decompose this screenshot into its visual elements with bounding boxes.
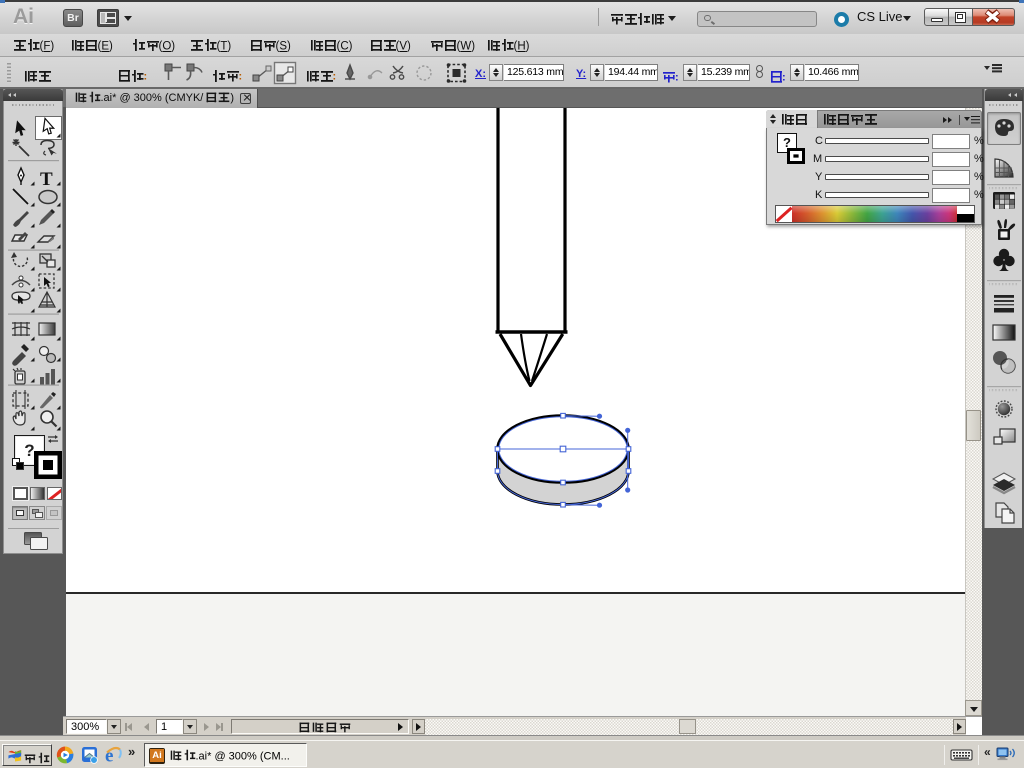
svg-text:T: T [40,169,53,190]
